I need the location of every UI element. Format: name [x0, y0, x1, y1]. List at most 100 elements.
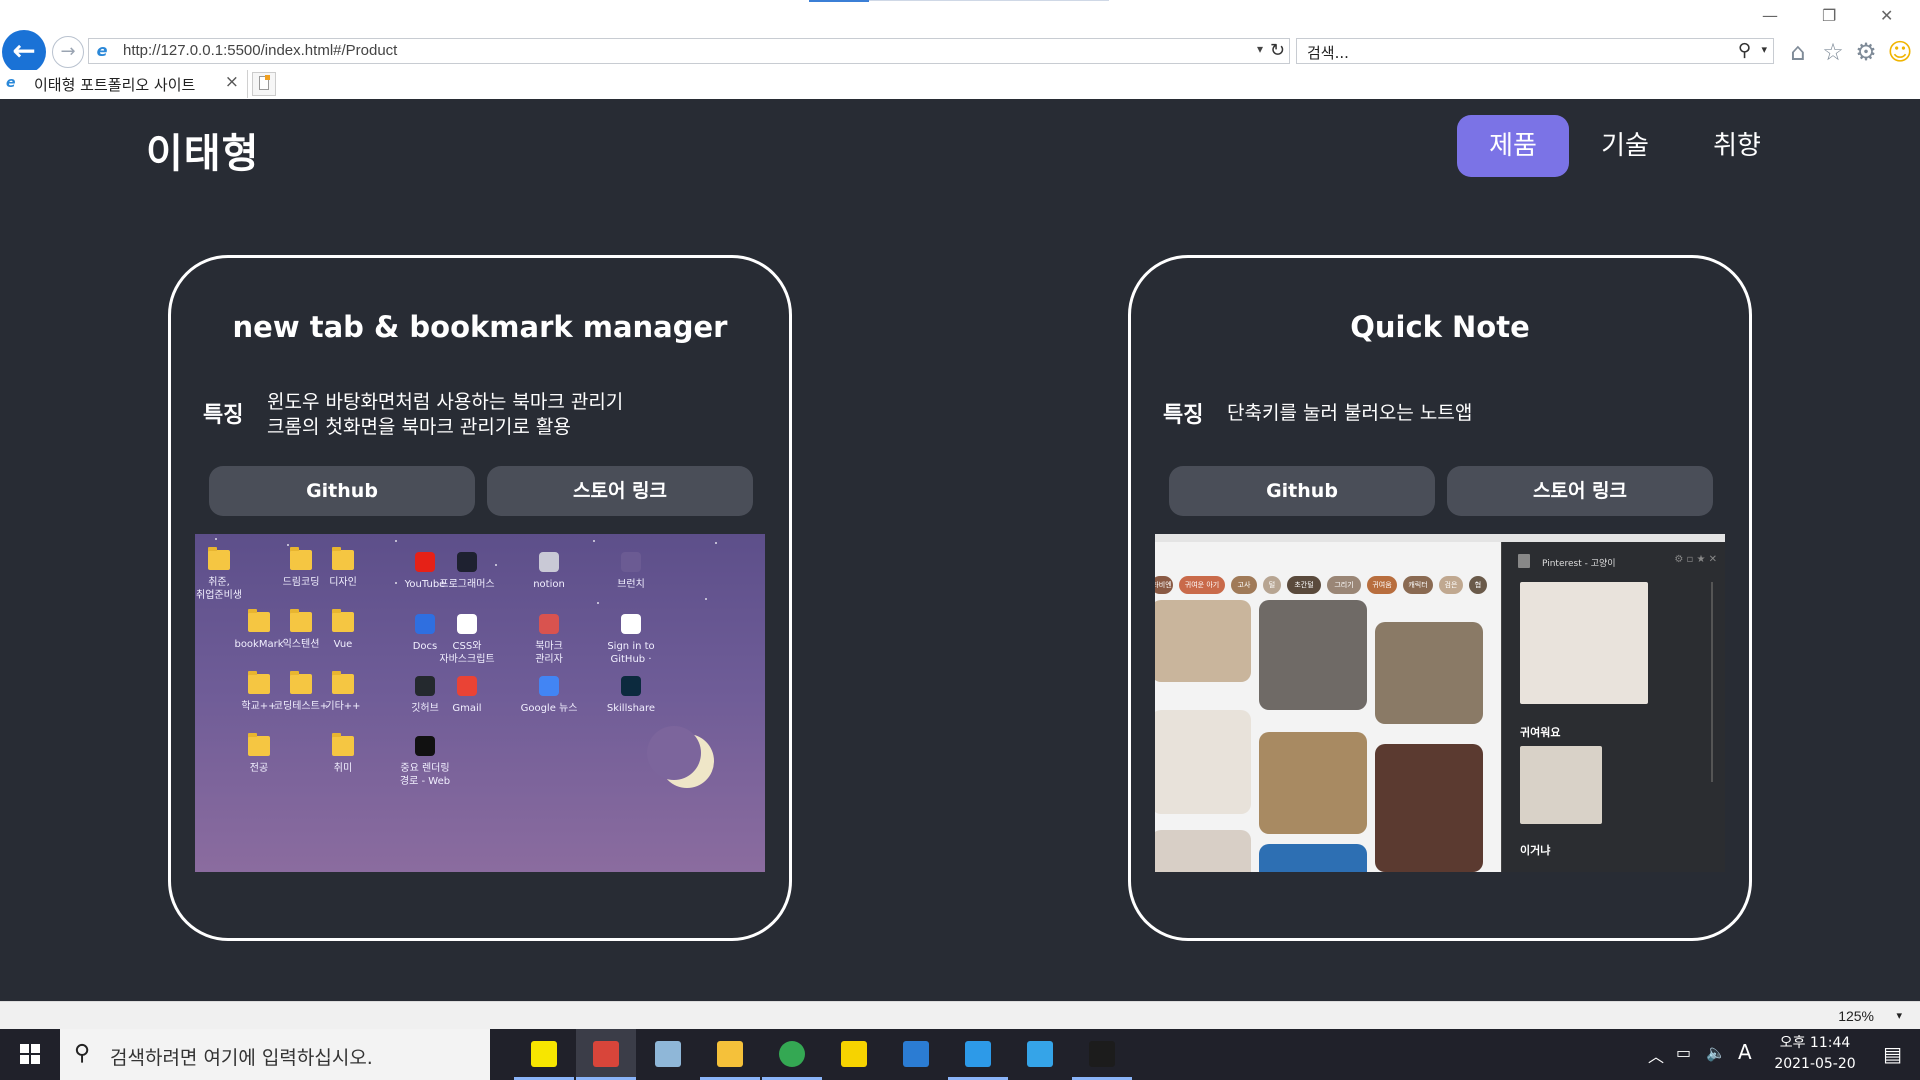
search-icon: ⚲ [74, 1041, 91, 1066]
system-clock[interactable]: 오후 11:44 2021-05-20 [1772, 1033, 1858, 1075]
folder-icon [208, 547, 230, 570]
desktop-shortcut-label: 중요 렌더링 경로 - Web [399, 763, 451, 787]
search-dropdown-icon[interactable]: ▾ [1761, 43, 1767, 56]
search-placeholder[interactable]: 검색... [1307, 42, 1349, 63]
taskbar-app-terminal[interactable] [1072, 1029, 1132, 1080]
taskbar-app-vscode[interactable] [948, 1029, 1008, 1080]
desktop-shortcut: 브런치 [599, 552, 663, 591]
kakaotalk-icon [531, 1041, 557, 1067]
taskbar-app-kakaotalk[interactable] [514, 1029, 574, 1080]
ie-page-icon: e [96, 41, 108, 60]
new-tab-button[interactable] [252, 72, 276, 96]
note-scrollbar[interactable] [1711, 582, 1713, 782]
desktop-shortcut: 중요 렌더링 경로 - Web [393, 736, 457, 788]
tab-ie-icon: e [6, 75, 16, 91]
app-shortcut-icon [621, 552, 641, 572]
browser-tab[interactable]: e 이태형 포트폴리오 사이트 × [0, 70, 248, 98]
zoom-level[interactable]: 125% [1838, 1008, 1874, 1024]
nav-item-tech[interactable]: 기술 [1569, 115, 1681, 177]
favorites-star-icon[interactable]: ☆ [1819, 38, 1847, 66]
product-title: new tab & bookmark manager [232, 310, 728, 344]
forward-button[interactable]: → [52, 36, 84, 68]
browser-chrome: ← → e http://127.0.0.1:5500/index.html#/… [0, 0, 1920, 99]
desktop-shortcut-label: Skillshare [606, 703, 656, 714]
filter-chip: 검은 [1439, 576, 1463, 594]
zoom-dropdown-icon[interactable]: ▾ [1896, 1009, 1902, 1022]
ime-indicator[interactable]: A [1738, 1040, 1752, 1064]
note-doc-icon [1518, 554, 1530, 568]
quick-note-screenshot: 좌비엔 귀여운 아기 고사 털 초간털 그리기 귀여움 캐릭터 검은 협 Pinterest - … [1155, 534, 1725, 872]
file-explorer-icon [717, 1041, 743, 1067]
home-icon[interactable]: ⌂ [1784, 38, 1812, 66]
cat-photo-tile [1375, 744, 1483, 872]
github-button[interactable]: Github [209, 466, 475, 516]
tab-close-icon[interactable]: × [225, 72, 239, 92]
store-link-button[interactable]: 스토어 링크 [1447, 466, 1713, 516]
folder-icon [290, 547, 312, 570]
desktop-shortcut-label: 취미 [333, 763, 353, 774]
feature-label: 특징 [203, 403, 244, 428]
restore-icon[interactable]: ❐ [1822, 6, 1836, 25]
taskbar-app-paint[interactable] [576, 1029, 636, 1080]
desktop-shortcut-label: 전공 [249, 763, 269, 774]
store-link-button[interactable]: 스토어 링크 [487, 466, 753, 516]
clock-time: 오후 11:44 [1779, 1035, 1851, 1051]
filter-chip: 좌비엔 [1155, 576, 1173, 594]
taskbar-app-chrome[interactable] [762, 1029, 822, 1080]
tab-title: 이태형 포트폴리오 사이트 [34, 76, 196, 94]
folder-icon [332, 609, 354, 632]
refresh-icon[interactable]: ↻ [1270, 40, 1285, 61]
volume-icon[interactable]: 🔈 [1706, 1043, 1726, 1062]
portfolio-page: 이태형 제품 기술 취향 new tab & bookmark manager … [0, 99, 1920, 1001]
desktop-shortcut: Sign in to GitHub · [599, 614, 663, 666]
start-button[interactable] [0, 1029, 58, 1080]
smiley-feedback-icon[interactable]: ☺ [1886, 38, 1914, 66]
battery-icon[interactable]: ▭ [1676, 1043, 1691, 1062]
taskbar-app-internet-explorer[interactable] [1010, 1029, 1070, 1080]
folder-icon [332, 671, 354, 694]
address-dropdown-icon[interactable]: ▾ [1257, 42, 1263, 56]
taskbar-search-placeholder[interactable]: 검색하려면 여기에 입력하십시오. [110, 1043, 373, 1070]
desktop-shortcut: CSS와 자바스크립트 [435, 614, 499, 666]
taskbar-app-sticky-notes[interactable] [824, 1029, 884, 1080]
desktop-shortcut-label: 브런치 [617, 579, 645, 590]
desktop-shortcut-label: Sign in to GitHub · [607, 641, 655, 665]
note-text: 귀여워요 [1520, 726, 1561, 739]
site-logo[interactable]: 이태형 [146, 121, 259, 179]
tray-chevron-icon[interactable]: ︿ [1648, 1043, 1664, 1067]
filter-chip: 그리기 [1327, 576, 1361, 594]
taskbar-app-calendar[interactable] [886, 1029, 946, 1080]
app-shortcut-icon [457, 552, 477, 572]
search-icon[interactable]: ⚲ [1738, 40, 1751, 61]
product-title: Quick Note [1350, 310, 1530, 344]
feature-line: 크롬의 첫화면을 북마크 관리기로 활용 [267, 416, 571, 438]
note-text: 이거냐 [1520, 844, 1551, 857]
address-url[interactable]: http://127.0.0.1:5500/index.html#/Produc… [123, 42, 397, 59]
vscode-icon [965, 1041, 991, 1067]
desktop-shortcut-label: Docs [412, 641, 438, 652]
close-window-icon[interactable]: ✕ [1880, 6, 1893, 25]
nav-item-taste[interactable]: 취향 [1681, 115, 1793, 177]
notification-center-icon[interactable]: ▤ [1883, 1042, 1902, 1066]
filter-chip: 협 [1469, 576, 1487, 594]
taskbar-app-notes[interactable] [638, 1029, 698, 1080]
minimize-icon[interactable]: — [1762, 6, 1778, 25]
github-button[interactable]: Github [1169, 466, 1435, 516]
search-box[interactable]: 검색... ⚲ ▾ [1296, 38, 1774, 64]
address-bar[interactable]: e http://127.0.0.1:5500/index.html#/Prod… [88, 38, 1290, 64]
taskbar-search[interactable]: ⚲ 검색하려면 여기에 입력하십시오. [60, 1029, 490, 1080]
windows-taskbar: ⚲ 검색하려면 여기에 입력하십시오. ︿ ▭ 🔈 A 오후 11:44 202… [0, 1029, 1920, 1080]
cat-photo-tile [1259, 844, 1367, 872]
notes-icon [655, 1041, 681, 1067]
internet-explorer-icon [1027, 1041, 1053, 1067]
nav-item-product[interactable]: 제품 [1457, 115, 1569, 177]
desktop-shortcut: Google 뉴스 [517, 676, 581, 715]
cat-photo-tile [1375, 622, 1483, 724]
taskbar-app-file-explorer[interactable] [700, 1029, 760, 1080]
desktop-shortcut-label: Google 뉴스 [520, 703, 578, 714]
folder-icon [248, 733, 270, 756]
settings-gear-icon[interactable]: ⚙ [1852, 38, 1880, 66]
window-accent-line [809, 0, 869, 2]
cat-photo-tile [1259, 732, 1367, 834]
back-button[interactable]: ← [2, 30, 46, 74]
